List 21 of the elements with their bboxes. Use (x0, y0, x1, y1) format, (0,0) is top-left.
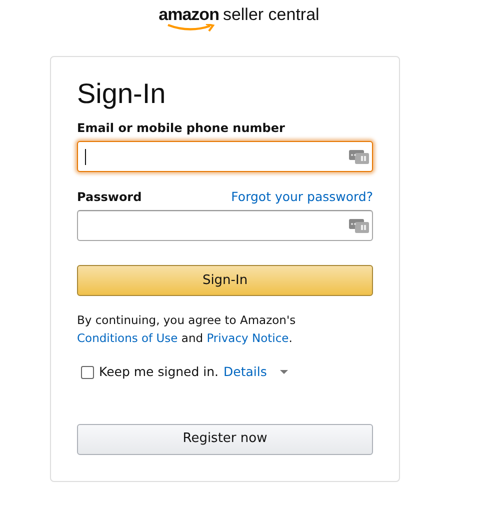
smile-arrow-icon (166, 24, 215, 32)
agreement-text: By continuing, you agree to Amazon's Conditions of Use and Privacy Notice. (77, 312, 297, 347)
caret-icon[interactable] (280, 370, 288, 374)
sign-in-button[interactable]: Sign-In (77, 265, 373, 296)
autofill-icon[interactable] (349, 148, 369, 164)
forgot-password-link[interactable]: Forgot your password? (231, 188, 373, 206)
page-title: Sign-In (77, 77, 167, 111)
autofill-icon[interactable] (349, 218, 369, 234)
password-field[interactable] (77, 210, 373, 242)
text-cursor (85, 148, 86, 165)
keep-signed-in-label: Keep me signed in. (99, 362, 219, 381)
register-button[interactable]: Register now (77, 424, 373, 455)
policy-link[interactable]: Conditions of Use (77, 330, 178, 345)
logo-product: seller central (222, 6, 320, 23)
keep-signed-in-checkbox[interactable] (81, 366, 94, 379)
policy-link[interactable]: Privacy Notice (206, 330, 289, 345)
logo-brand: amazon (158, 6, 219, 23)
details-link[interactable]: Details (224, 362, 267, 382)
field-label: Email or mobile phone number (77, 120, 285, 137)
email-field[interactable] (77, 140, 373, 172)
field-label: Password (77, 189, 142, 206)
